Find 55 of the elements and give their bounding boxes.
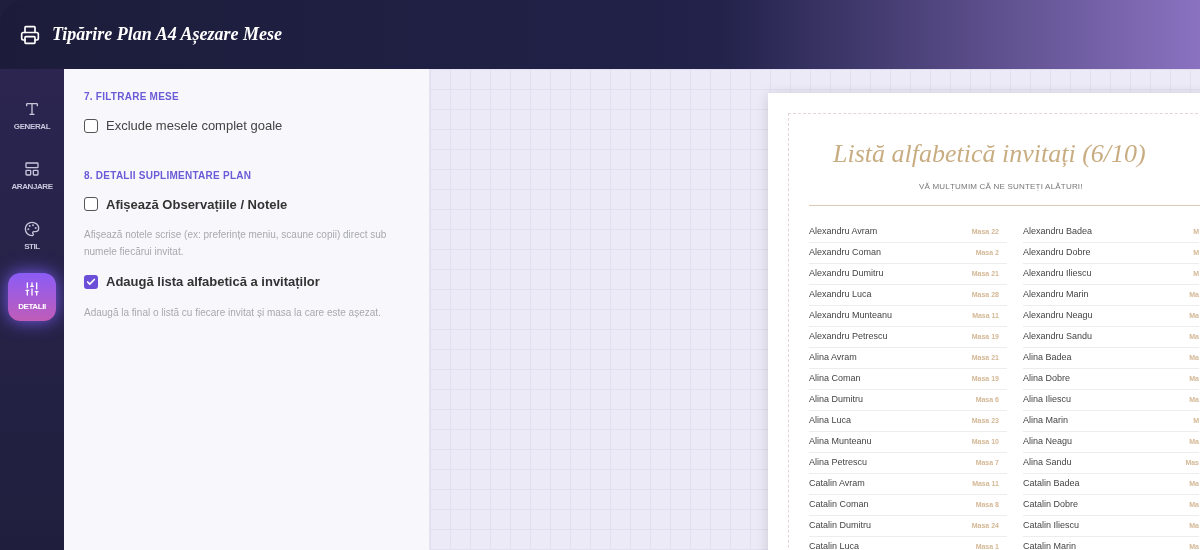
sidebar-tab[interactable]: DETALII — [8, 273, 56, 321]
section-title: 8. DETALII SUPLIMENTARE PLAN — [84, 168, 253, 183]
guest-name: Alexandru Sandu — [1023, 330, 1093, 344]
guest-name: Alina Avram — [809, 351, 857, 365]
section-title: 7. FILTRARE MESE — [84, 90, 180, 104]
checkbox[interactable] — [84, 274, 98, 289]
sliders-icon — [24, 281, 40, 297]
guest-name: Alina Sandu — [1023, 456, 1072, 470]
guest-name: Alexandru Avram — [809, 225, 878, 239]
guest-name: Alexandru Badea — [1023, 225, 1093, 239]
list-subtitle: VĂ MULȚUMIM CĂ NE SUNTEȚI ALĂTURI! — [918, 181, 1084, 193]
guest-name: Alina Marin — [1023, 414, 1069, 428]
guest-name: Catalin Luca — [809, 540, 860, 550]
guest-name: Alina Neagu — [1023, 435, 1073, 449]
checkbox[interactable] — [84, 197, 98, 212]
option-hint: Afișează notele scrise (ex: preferințe meniu, scaune copii) direct sub numele fiecărui invitat. — [84, 228, 388, 259]
guest-name: Catalin Coman — [809, 498, 869, 512]
guest-name: Catalin Badea — [1023, 477, 1080, 491]
text-icon — [24, 101, 40, 117]
option-label: Exclude mesele complet goale — [106, 117, 283, 135]
guest-name: Alexandru Dumitru — [809, 267, 884, 281]
guest-name: Alina Dobre — [1023, 372, 1071, 386]
guest-name: Alexandru Neagu — [1023, 309, 1093, 323]
guest-name: Alina Badea — [1023, 351, 1072, 365]
option-label: Adaugă lista alfabetică a invitaților — [106, 273, 320, 291]
guest-name: Alexandru Petrescu — [809, 330, 888, 344]
option-hint: Adaugă la final o listă cu fiecare invitat și masa la care este așezat. — [84, 305, 382, 320]
guest-name: Alina Petrescu — [809, 456, 868, 470]
layout-icon — [24, 161, 40, 177]
check-icon — [86, 276, 96, 287]
guest-name: Alexandru Munteanu — [809, 309, 893, 323]
checkbox[interactable] — [84, 118, 98, 133]
header-title: Tipărire Plan A4 Așezare Mese — [52, 23, 282, 47]
guest-name: Alina Luca — [809, 414, 852, 428]
list-title: Listă alfabetică invitați (6/10) — [831, 138, 1147, 170]
option-label: Afișează Observațiile / Notele — [106, 195, 288, 214]
sidebar-tab[interactable]: ARANJARE — [8, 153, 56, 201]
guest-name: Alina Coman — [809, 372, 861, 386]
guest-name: Alina Iliescu — [1023, 393, 1072, 407]
guest-name: Alexandru Iliescu — [1023, 267, 1092, 281]
guest-name: Catalin Marin — [1023, 540, 1077, 550]
guest-name: Alexandru Coman — [809, 246, 882, 260]
guest-name: Catalin Iliescu — [1023, 519, 1080, 533]
guest-name: Alina Dumitru — [809, 393, 864, 407]
guest-name: Catalin Avram — [809, 477, 865, 491]
palette-icon — [24, 221, 40, 237]
guest-name: Catalin Dobre — [1023, 498, 1079, 512]
printer-icon — [20, 24, 40, 45]
guest-name: Catalin Dumitru — [809, 519, 872, 533]
sidebar-tab[interactable]: GENERAL — [8, 93, 56, 141]
sidebar-tab[interactable]: STIL — [8, 213, 56, 261]
guest-name: Alexandru Dobre — [1023, 246, 1091, 260]
guest-name: Alexandru Marin — [1023, 288, 1089, 302]
guest-name: Alexandru Luca — [809, 288, 872, 302]
guest-name: Alina Munteanu — [809, 435, 872, 449]
